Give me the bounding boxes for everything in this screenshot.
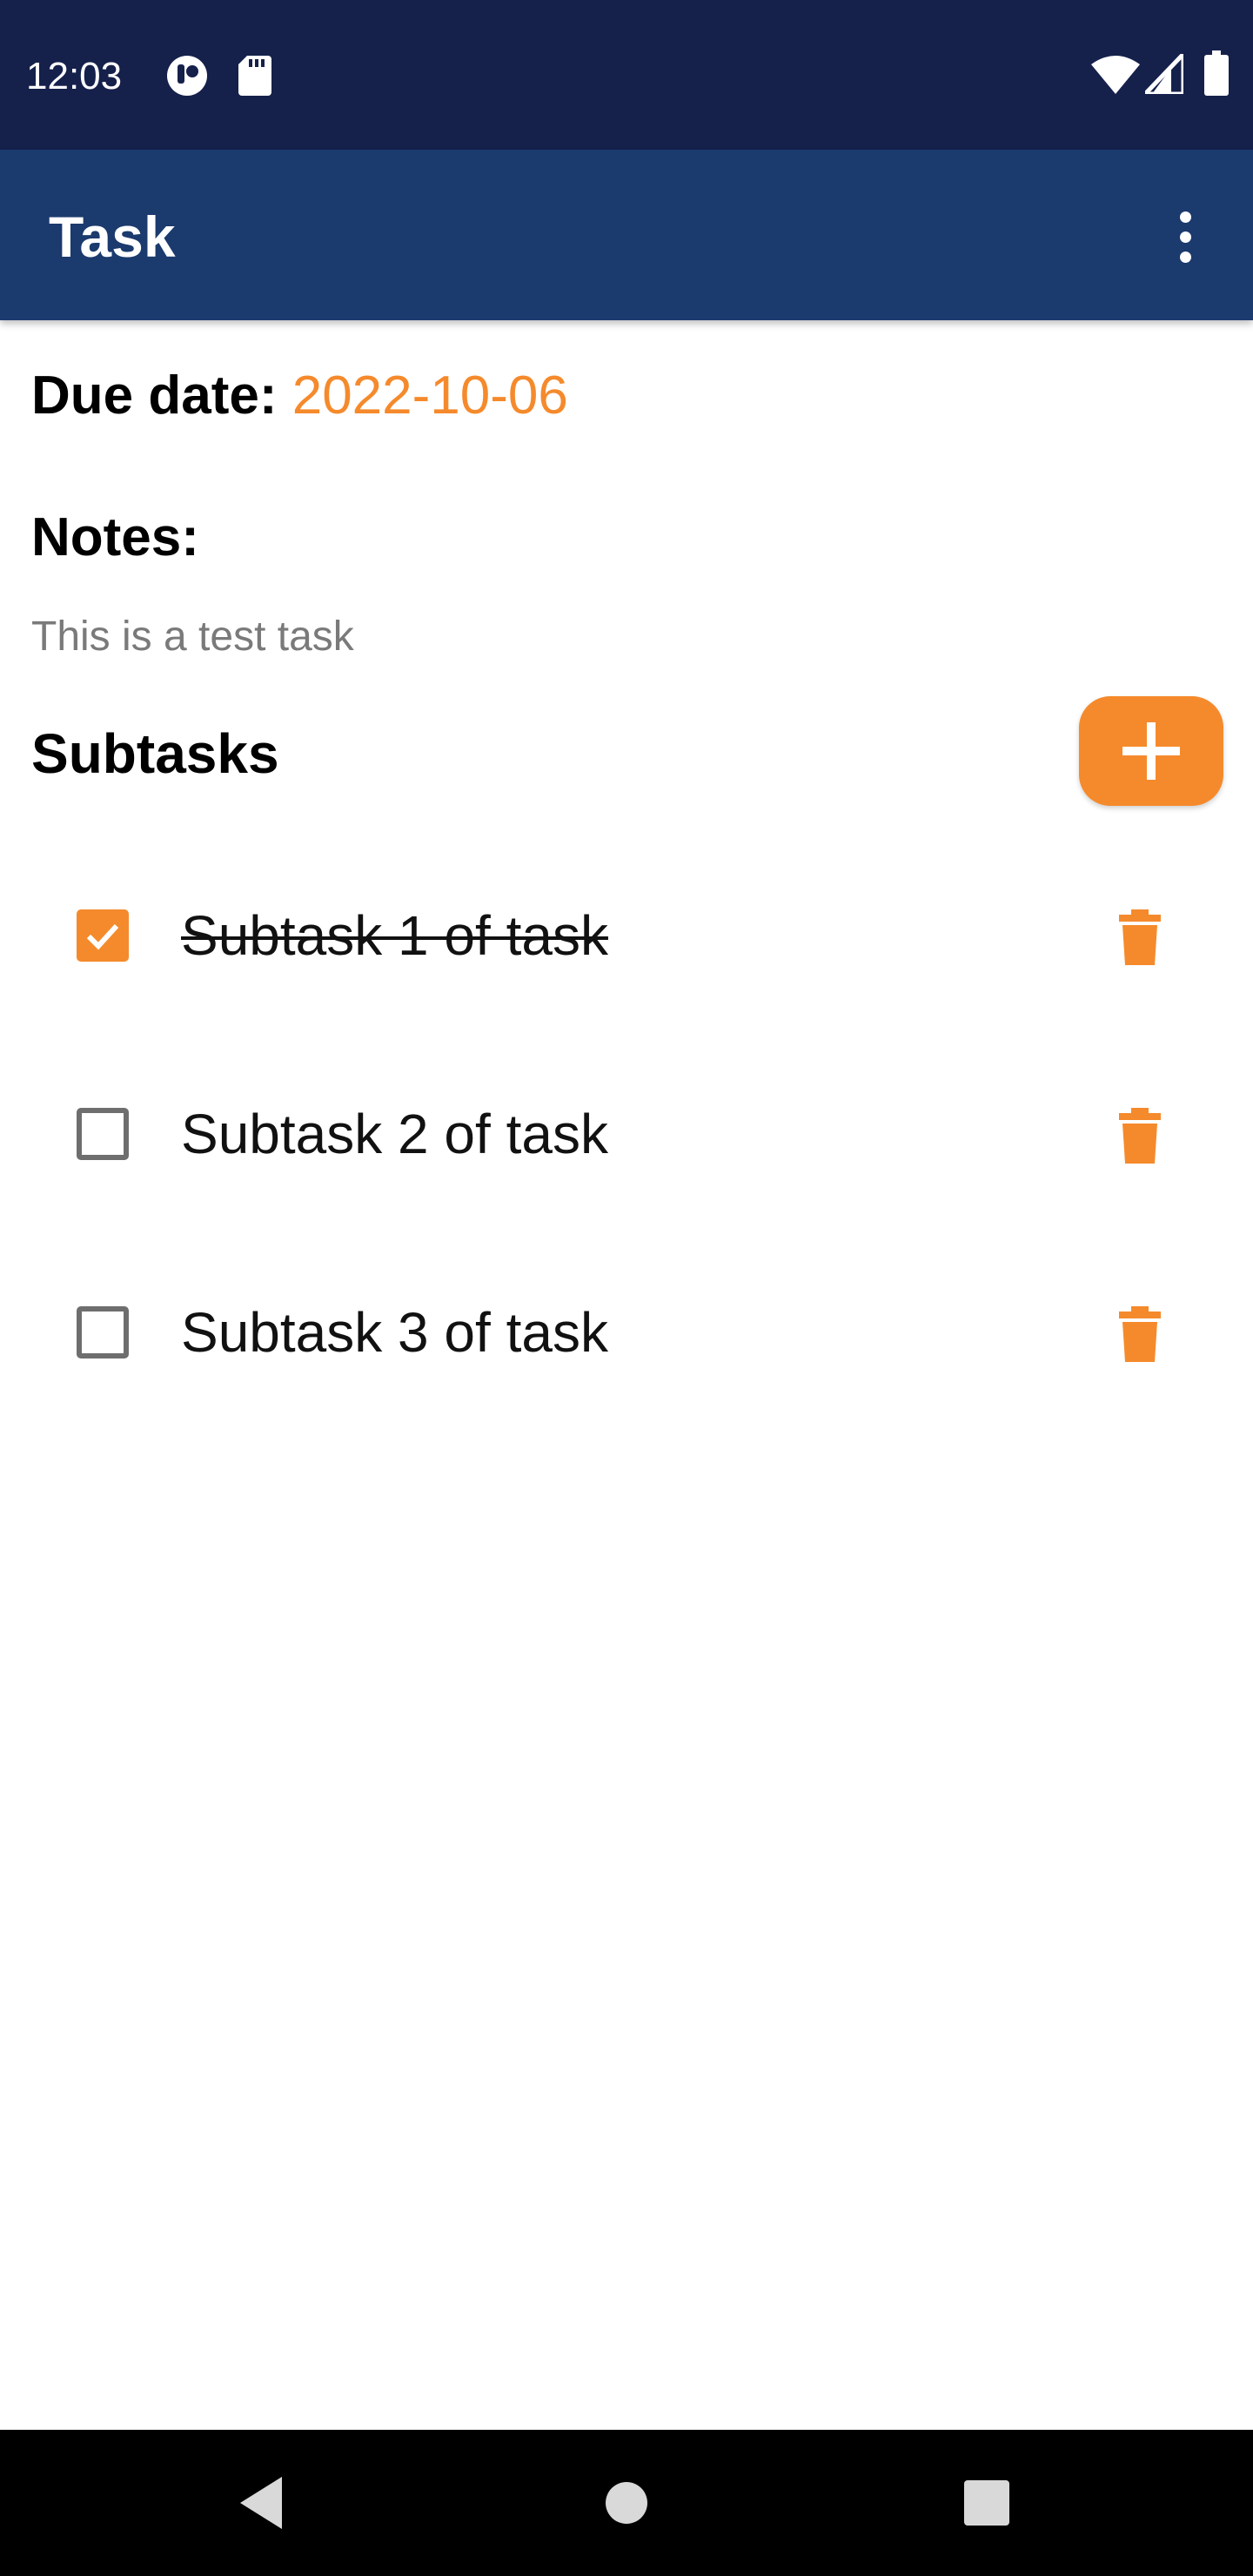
wifi-icon (1091, 56, 1140, 94)
back-icon[interactable] (237, 2475, 285, 2531)
subtask-checkbox[interactable] (77, 909, 129, 962)
page-title: Task (49, 205, 176, 269)
delete-subtask-button[interactable] (1096, 892, 1183, 979)
more-vertical-icon (1179, 211, 1191, 223)
home-icon[interactable] (604, 2480, 649, 2526)
add-subtask-button[interactable] (1079, 696, 1223, 806)
plus-icon (1122, 722, 1180, 780)
trash-icon (1119, 1108, 1161, 1164)
subtask-checkbox[interactable] (77, 1108, 129, 1160)
due-date-row: Due date: 2022-10-06 (31, 361, 568, 431)
subtask-text[interactable]: Subtask 3 of task (181, 1298, 608, 1367)
circle-status-icon (167, 56, 207, 96)
subtask-row: Subtask 2 of task (0, 1047, 1253, 1221)
app-bar: Task (0, 150, 1253, 320)
checkmark-icon (86, 923, 119, 950)
subtask-text[interactable]: Subtask 2 of task (181, 1099, 608, 1169)
status-bar: 12:03 (0, 0, 1253, 150)
navigation-bar (0, 2430, 1253, 2576)
due-date-value[interactable]: 2022-10-06 (292, 366, 568, 426)
subtask-checkbox[interactable] (77, 1306, 129, 1358)
status-time: 12:03 (26, 55, 123, 97)
trash-icon (1119, 909, 1161, 965)
subtask-row: Subtask 1 of task (0, 849, 1253, 1023)
sd-card-icon (238, 56, 271, 96)
more-options-button[interactable] (1157, 195, 1213, 278)
subtask-row: Subtask 3 of task (0, 1245, 1253, 1419)
subtask-text[interactable]: Subtask 1 of task (181, 901, 608, 970)
battery-icon (1204, 50, 1229, 96)
subtasks-heading: Subtasks (31, 722, 279, 785)
notes-label: Notes: (31, 507, 199, 567)
delete-subtask-button[interactable] (1096, 1289, 1183, 1376)
signal-icon (1145, 54, 1183, 94)
delete-subtask-button[interactable] (1096, 1090, 1183, 1177)
trash-icon (1119, 1306, 1161, 1362)
due-date-label: Due date: (31, 366, 278, 426)
recents-icon[interactable] (964, 2480, 1009, 2526)
notes-text: This is a test task (31, 614, 354, 660)
